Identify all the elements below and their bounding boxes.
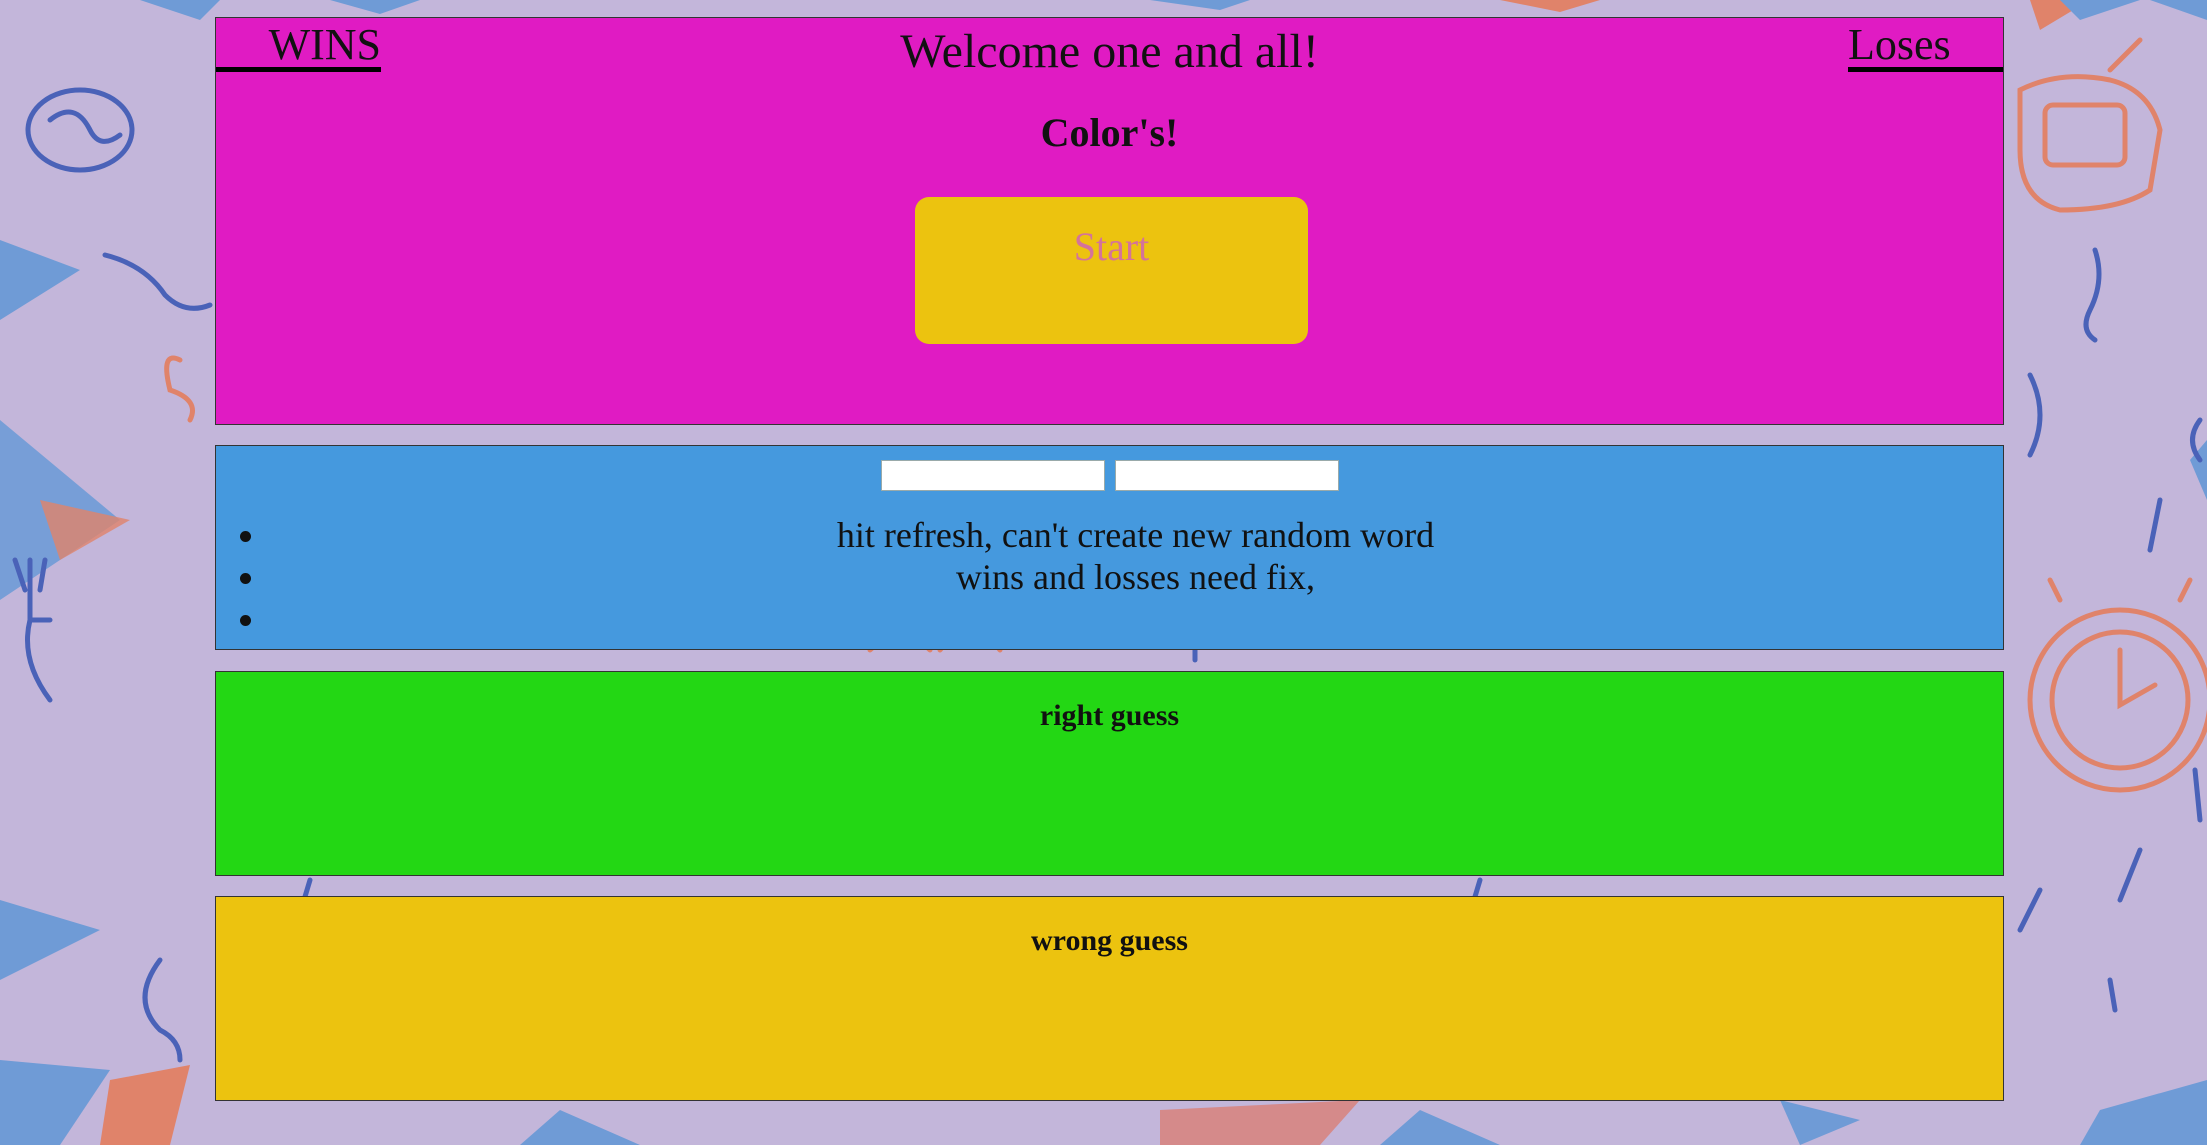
start-button[interactable]: Start [915, 197, 1308, 344]
list-item: hit refresh, can't create new random wor… [268, 514, 2003, 556]
right-guess-title: right guess [1039, 699, 1180, 732]
right-guess-panel: right guess [215, 671, 2004, 876]
wrong-guess-title: wrong guess [1031, 924, 1188, 957]
welcome-title: Welcome one and all! [900, 25, 1319, 78]
list-item [268, 598, 2003, 640]
guess-input[interactable] [880, 460, 1105, 491]
start-button-label: Start [1073, 224, 1150, 269]
inputs-row [216, 460, 2003, 491]
list-item: wins and losses need fix, [268, 556, 2003, 598]
notes-list: hit refresh, can't create new random wor… [216, 514, 2003, 640]
wrong-guess-panel: wrong guess [215, 896, 2004, 1101]
losses-label: Loses [1848, 18, 2003, 72]
game-title: Color's! [1040, 110, 1179, 155]
notes-panel: hit refresh, can't create new random wor… [215, 445, 2004, 650]
word-input[interactable] [1114, 460, 1339, 491]
header-panel: WINS Welcome one and all! Loses Color's!… [215, 17, 2004, 425]
